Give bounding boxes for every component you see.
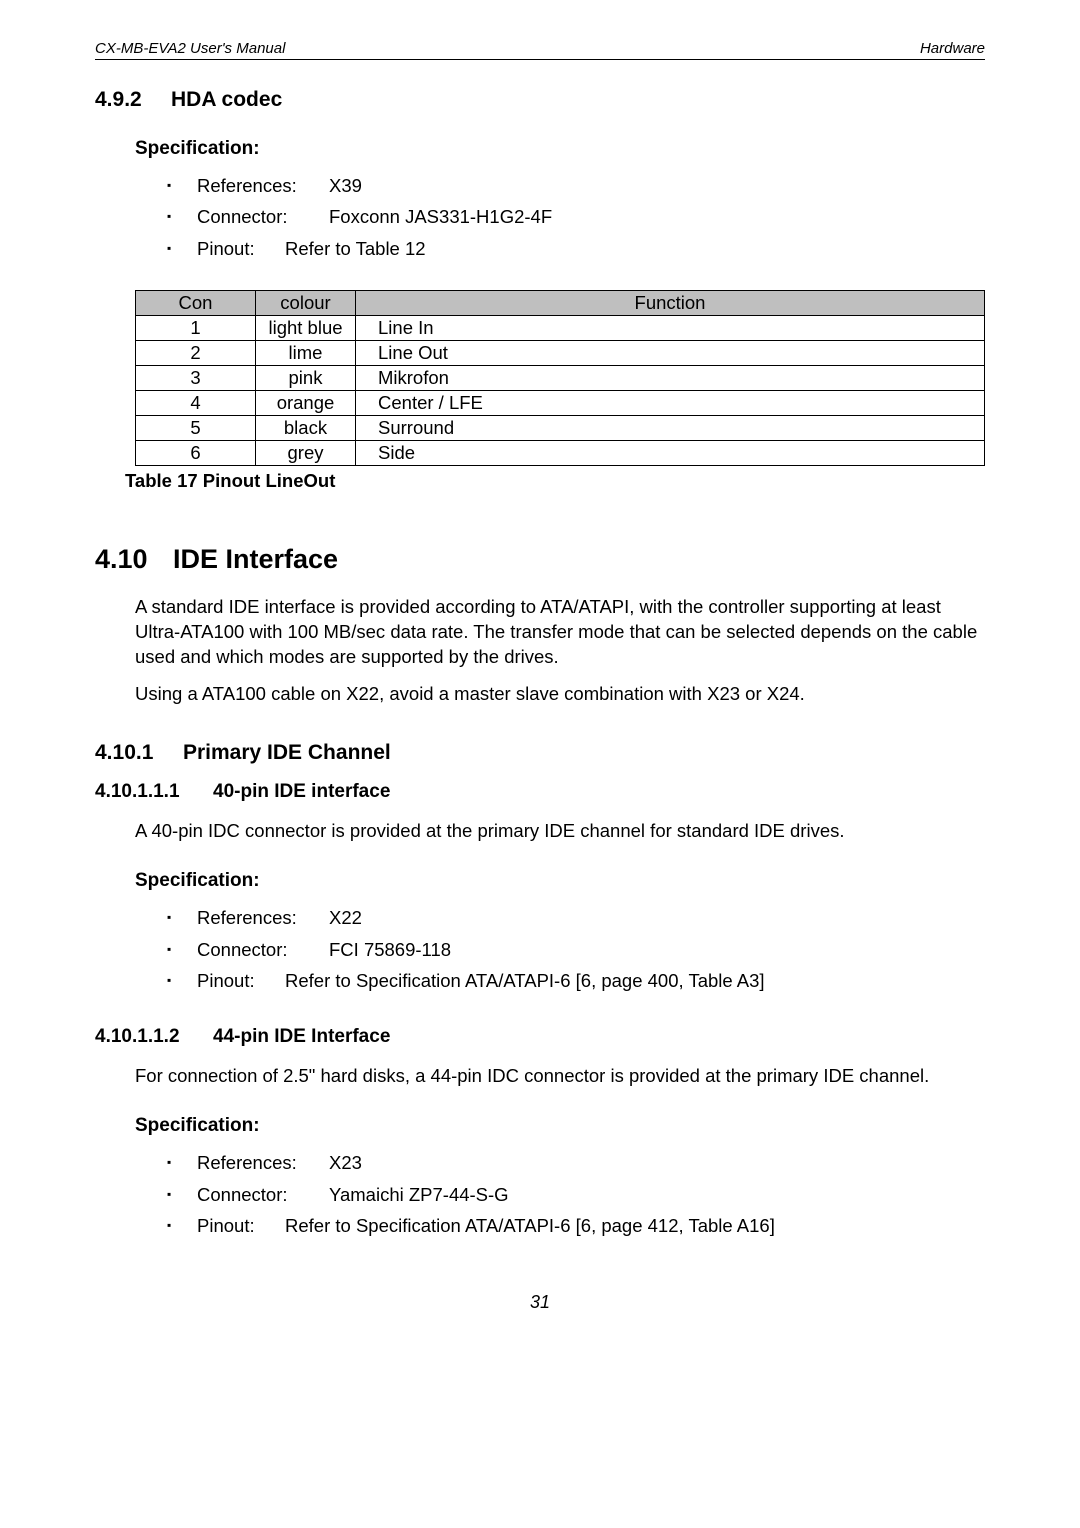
- heading-number: 4.10.1.1.2: [95, 1026, 213, 1048]
- page: CX-MB-EVA2 User's Manual Hardware 4.9.2H…: [0, 0, 1080, 1353]
- heading-text: 44-pin IDE Interface: [213, 1026, 390, 1047]
- cell-con: 2: [136, 341, 256, 366]
- paragraph: For connection of 2.5" hard disks, a 44-…: [135, 1064, 985, 1089]
- spec-heading: Specification:: [135, 138, 985, 160]
- spec-value: Refer to Table 12: [285, 238, 426, 259]
- spec-item-connector: Connector:FCI 75869-118: [167, 934, 985, 965]
- spec-item-connector: Connector:Foxconn JAS331-H1G2-4F: [167, 201, 985, 232]
- spec-label: Pinout:: [197, 965, 285, 996]
- cell-colour: orange: [256, 391, 356, 416]
- paragraph: A standard IDE interface is provided acc…: [135, 595, 985, 670]
- spec-list: References:X39 Connector:Foxconn JAS331-…: [167, 170, 985, 264]
- page-number: 31: [95, 1292, 985, 1313]
- spec-item-pinout: Pinout:Refer to Specification ATA/ATAPI-…: [167, 1210, 985, 1241]
- spec-item-pinout: Pinout:Refer to Table 12: [167, 233, 985, 264]
- spec-value: Yamaichi ZP7-44-S-G: [329, 1184, 509, 1205]
- spec-value: FCI 75869-118: [329, 939, 451, 960]
- spec-label: Connector:: [197, 201, 329, 232]
- col-colour: colour: [256, 291, 356, 316]
- heading-number: 4.10.1.1.1: [95, 781, 213, 803]
- cell-colour: lime: [256, 341, 356, 366]
- spec-label: Connector:: [197, 934, 329, 965]
- spec-item-connector: Connector:Yamaichi ZP7-44-S-G: [167, 1179, 985, 1210]
- cell-colour: pink: [256, 366, 356, 391]
- cell-con: 6: [136, 441, 256, 466]
- cell-con: 1: [136, 316, 256, 341]
- paragraph: Using a ATA100 cable on X22, avoid a mas…: [135, 682, 985, 707]
- spec-value: Refer to Specification ATA/ATAPI-6 [6, p…: [285, 970, 765, 991]
- spec-item-references: References:X23: [167, 1147, 985, 1178]
- spec-value: X39: [329, 175, 362, 196]
- heading-number: 4.9.2: [95, 88, 171, 112]
- spec-label: References:: [197, 1147, 329, 1178]
- heading-4-10-1: 4.10.1Primary IDE Channel: [95, 741, 985, 765]
- table-header-row: Con colour Function: [136, 291, 985, 316]
- cell-colour: light blue: [256, 316, 356, 341]
- cell-function: Line In: [356, 316, 985, 341]
- heading-text: 40-pin IDE interface: [213, 781, 390, 802]
- table-row: 3pinkMikrofon: [136, 366, 985, 391]
- heading-text: IDE Interface: [173, 544, 338, 574]
- cell-function: Center / LFE: [356, 391, 985, 416]
- spec-value: Refer to Specification ATA/ATAPI-6 [6, p…: [285, 1215, 775, 1236]
- cell-con: 5: [136, 416, 256, 441]
- spec-value: X23: [329, 1152, 362, 1173]
- heading-number: 4.10.1: [95, 741, 183, 765]
- page-header: CX-MB-EVA2 User's Manual Hardware: [95, 40, 985, 60]
- spec-label: Connector:: [197, 1179, 329, 1210]
- spec-label: References:: [197, 170, 329, 201]
- heading-4-10: 4.10IDE Interface: [95, 544, 985, 575]
- cell-colour: grey: [256, 441, 356, 466]
- spec-value: Foxconn JAS331-H1G2-4F: [329, 206, 552, 227]
- spec-heading: Specification:: [135, 1115, 985, 1137]
- spec-label: Pinout:: [197, 233, 285, 264]
- heading-text: HDA codec: [171, 88, 282, 111]
- cell-function: Line Out: [356, 341, 985, 366]
- cell-function: Mikrofon: [356, 366, 985, 391]
- cell-function: Side: [356, 441, 985, 466]
- heading-4-10-1-1-1: 4.10.1.1.140-pin IDE interface: [95, 781, 985, 803]
- header-right: Hardware: [920, 40, 985, 57]
- table-row: 5blackSurround: [136, 416, 985, 441]
- spec-item-references: References:X39: [167, 170, 985, 201]
- header-left: CX-MB-EVA2 User's Manual: [95, 40, 285, 57]
- col-con: Con: [136, 291, 256, 316]
- spec-value: X22: [329, 907, 362, 928]
- spec-heading: Specification:: [135, 870, 985, 892]
- cell-colour: black: [256, 416, 356, 441]
- paragraph: A 40-pin IDC connector is provided at th…: [135, 819, 985, 844]
- spec-list: References:X23 Connector:Yamaichi ZP7-44…: [167, 1147, 985, 1241]
- heading-text: Primary IDE Channel: [183, 741, 391, 764]
- heading-4-10-1-1-2: 4.10.1.1.244-pin IDE Interface: [95, 1026, 985, 1048]
- heading-number: 4.10: [95, 544, 173, 575]
- table-row: 1light blueLine In: [136, 316, 985, 341]
- cell-function: Surround: [356, 416, 985, 441]
- spec-label: Pinout:: [197, 1210, 285, 1241]
- table-row: 6greySide: [136, 441, 985, 466]
- spec-list: References:X22 Connector:FCI 75869-118 P…: [167, 902, 985, 996]
- spec-label: References:: [197, 902, 329, 933]
- heading-4-9-2: 4.9.2HDA codec: [95, 88, 985, 112]
- col-function: Function: [356, 291, 985, 316]
- spec-item-pinout: Pinout:Refer to Specification ATA/ATAPI-…: [167, 965, 985, 996]
- table-pinout-lineout: Con colour Function 1light blueLine In 2…: [135, 290, 985, 466]
- table-row: 2limeLine Out: [136, 341, 985, 366]
- table-row: 4orangeCenter / LFE: [136, 391, 985, 416]
- spec-item-references: References:X22: [167, 902, 985, 933]
- table-caption: Table 17 Pinout LineOut: [125, 470, 985, 492]
- cell-con: 4: [136, 391, 256, 416]
- cell-con: 3: [136, 366, 256, 391]
